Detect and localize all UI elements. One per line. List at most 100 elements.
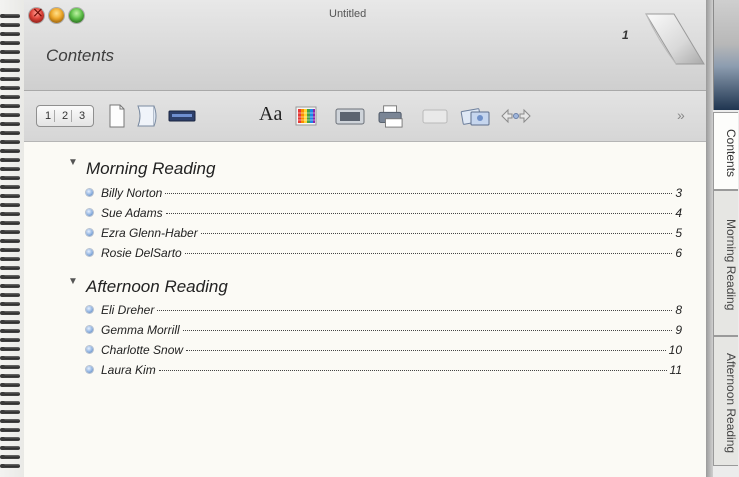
spiral-ring <box>0 50 20 54</box>
list-item[interactable]: Gemma Morrill 9 <box>86 323 682 339</box>
spiral-ring <box>0 167 20 171</box>
spiral-ring <box>0 446 20 450</box>
spiral-ring <box>0 329 20 333</box>
entry-page: 4 <box>675 206 682 220</box>
spiral-ring <box>0 194 20 198</box>
notebook-window: Untitled Contents 1 1 2 3 <box>0 0 739 477</box>
spiral-ring <box>0 158 20 162</box>
spiral-ring <box>0 266 20 270</box>
dot-leader <box>165 213 673 214</box>
spiral-ring <box>0 230 20 234</box>
spiral-ring <box>0 302 20 306</box>
spiral-ring <box>0 86 20 90</box>
page-edge <box>706 0 713 477</box>
spiral-ring <box>0 248 20 252</box>
entry-page: 9 <box>675 323 682 337</box>
list-item[interactable]: Eli Dreher 8 <box>86 303 682 319</box>
minimize-button[interactable] <box>49 8 64 23</box>
dot-leader <box>165 193 673 194</box>
disclosure-triangle-icon[interactable]: ▼ <box>68 276 78 287</box>
list-item[interactable]: Ezra Glenn-Haber 5 <box>86 226 682 242</box>
photos-icon[interactable] <box>460 104 492 128</box>
spiral-ring <box>0 113 20 117</box>
blank-card-icon[interactable] <box>420 104 450 128</box>
section-title-afternoon: Afternoon Reading <box>86 277 228 296</box>
entry-page: 10 <box>668 343 682 357</box>
arrows-icon[interactable] <box>500 104 532 128</box>
entry-name: Billy Norton <box>101 186 163 200</box>
spiral-ring <box>0 239 20 243</box>
list-item[interactable]: Sue Adams 4 <box>86 206 682 222</box>
disclosure-triangle-icon[interactable]: ▼ <box>68 157 78 168</box>
dot-leader <box>182 330 673 331</box>
spiral-ring <box>0 437 20 441</box>
numbering-button[interactable]: 1 2 3 <box>36 105 94 127</box>
dot-leader <box>200 233 673 234</box>
media-icon[interactable] <box>334 104 366 128</box>
spiral-ring <box>0 104 20 108</box>
list-item[interactable]: Billy Norton 3 <box>86 186 682 202</box>
spiral-ring <box>0 374 20 378</box>
spiral-ring <box>0 59 20 63</box>
list-item[interactable]: Charlotte Snow 10 <box>86 343 682 359</box>
tab-afternoon-reading[interactable]: Afternoon Reading <box>713 336 738 466</box>
spiral-ring <box>0 293 20 297</box>
bullet-icon <box>86 326 93 333</box>
bullet-icon <box>86 229 93 236</box>
spiral-ring <box>0 392 20 396</box>
more-button[interactable]: » <box>677 107 685 131</box>
spiral-ring <box>0 176 20 180</box>
section-title-morning: Morning Reading <box>86 159 216 178</box>
page-curl-icon[interactable] <box>636 12 706 72</box>
zoom-button[interactable] <box>69 8 84 23</box>
spiral-ring <box>0 338 20 342</box>
list-item[interactable]: Rosie DelSarto 6 <box>86 246 682 262</box>
bullet-icon <box>86 346 93 353</box>
ruler-icon[interactable] <box>168 104 196 128</box>
entry-page: 5 <box>675 226 682 240</box>
spiral-ring <box>0 122 20 126</box>
spiral-ring <box>0 68 20 72</box>
numbering-label-2: 2 <box>59 110 73 122</box>
dot-leader <box>158 370 667 371</box>
spiral-ring <box>0 311 20 315</box>
spiral-ring <box>0 428 20 432</box>
spiral-ring <box>0 14 20 18</box>
spiral-binding <box>0 0 25 477</box>
spiral-ring <box>0 365 20 369</box>
dot-leader <box>184 253 673 254</box>
spiral-ring <box>0 185 20 189</box>
spiral-ring <box>0 347 20 351</box>
list-item[interactable]: Laura Kim 11 <box>86 363 682 379</box>
font-button[interactable]: Aa <box>259 103 282 127</box>
spiral-ring <box>0 212 20 216</box>
notebook-icon[interactable] <box>134 104 158 128</box>
spiral-ring <box>0 455 20 459</box>
numbering-label-1: 1 <box>42 110 56 122</box>
entry-name: Gemma Morrill <box>101 323 180 337</box>
bullet-icon <box>86 306 93 313</box>
spiral-ring <box>0 464 20 468</box>
color-grid-icon[interactable] <box>294 104 318 128</box>
spiral-ring <box>0 356 20 360</box>
spiral-ring <box>0 320 20 324</box>
bullet-icon <box>86 209 93 216</box>
dot-leader <box>157 310 673 311</box>
entry-page: 8 <box>675 303 682 317</box>
spiral-ring <box>0 419 20 423</box>
close-button[interactable] <box>29 5 44 23</box>
entry-name: Rosie DelSarto <box>101 246 182 260</box>
bullet-icon <box>86 366 93 373</box>
window-title: Untitled <box>329 8 367 20</box>
tab-morning-reading[interactable]: Morning Reading <box>713 190 738 336</box>
spiral-ring <box>0 131 20 135</box>
print-icon[interactable] <box>376 104 406 128</box>
entry-page: 6 <box>675 246 682 260</box>
numbering-label-3: 3 <box>78 110 86 122</box>
spiral-ring <box>0 32 20 36</box>
entry-page: 3 <box>675 186 682 200</box>
spiral-ring <box>0 77 20 81</box>
tab-contents[interactable]: Contents <box>713 112 738 190</box>
spiral-ring <box>0 95 20 99</box>
page-icon[interactable] <box>108 104 126 128</box>
